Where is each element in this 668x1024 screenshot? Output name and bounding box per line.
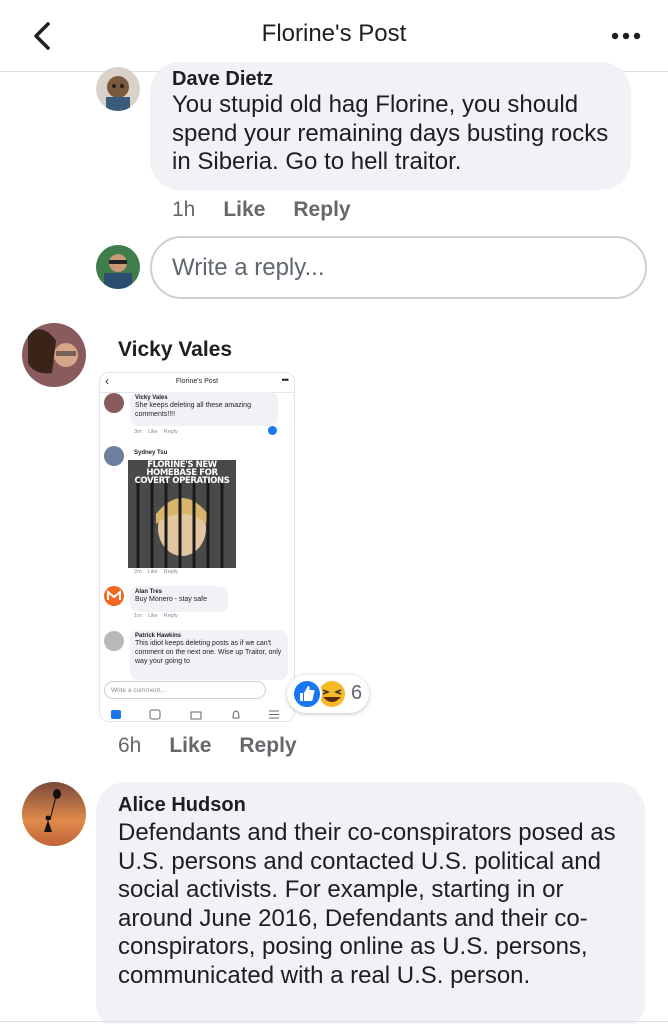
meme-caption: FLORINE'S NEW HOMEBASE FOR COVERT OPERAT… xyxy=(134,460,230,486)
shot-comment-text: Buy Monero - stay safe xyxy=(135,596,207,603)
menu-tab-icon xyxy=(266,706,282,722)
shot-like: Like xyxy=(147,569,158,575)
avatar[interactable] xyxy=(22,323,86,387)
meme-image: FLORINE'S NEW HOMEBASE FOR COVERT OPERAT… xyxy=(128,460,236,568)
shot-comment-author: Sydney Tsu xyxy=(134,450,168,456)
shot-reply: Reply xyxy=(163,569,178,575)
shot-comment-text: This idiot keeps deleting posts as if we… xyxy=(135,640,282,665)
comment-actions: 6h Like Reply xyxy=(118,734,325,758)
more-dots-icon[interactable] xyxy=(606,20,646,52)
shot-comment-actions: 1m Like Reply xyxy=(134,613,184,619)
avatar[interactable] xyxy=(22,782,86,846)
shot-comment-time: 3m xyxy=(134,429,142,435)
comment-text: Defendants and their co-conspirators pos… xyxy=(118,819,616,989)
monero-logo-icon xyxy=(104,586,124,606)
shot-write-comment: Write a comment... xyxy=(104,681,266,699)
like-button[interactable]: Like xyxy=(223,198,265,222)
shot-comment-time: 1m xyxy=(134,613,142,619)
comment-time: 6h xyxy=(118,734,142,757)
reactions-summary[interactable]: 6 xyxy=(287,675,369,713)
reply-placeholder: Write a reply... xyxy=(172,253,325,281)
page-title: Florine's Post xyxy=(261,20,407,47)
current-user-avatar xyxy=(96,245,140,289)
home-tab-icon xyxy=(108,706,124,722)
comment-actions: 1h Like Reply xyxy=(172,198,379,222)
reaction-count: 6 xyxy=(351,682,363,704)
comment-text: You stupid old hag Florine, you should s… xyxy=(172,91,609,175)
shot-title: Florine's Post xyxy=(175,378,219,385)
shot-comment-text: She keeps deleting all these amazing com… xyxy=(135,402,251,418)
video-tab-icon xyxy=(147,706,163,722)
avatar xyxy=(104,446,124,466)
reply-button[interactable]: Reply xyxy=(293,198,350,222)
shot-header: ‹ Florine's Post ••• xyxy=(100,373,294,393)
shot-reply: Reply xyxy=(163,613,178,619)
shot-comment-time: 2m xyxy=(134,569,142,575)
shot-reply: Reply xyxy=(163,429,178,435)
reply-input[interactable]: Write a reply... xyxy=(150,236,647,299)
avatar xyxy=(104,631,124,651)
shot-more-icon: ••• xyxy=(281,375,290,385)
shot-like: Like xyxy=(147,429,158,435)
comment-bubble: Alice Hudson Defendants and their co-con… xyxy=(96,782,645,1024)
comment-author[interactable]: Dave Dietz xyxy=(172,68,609,91)
haha-reaction-icon xyxy=(319,681,345,707)
notifications-tab-icon xyxy=(228,706,244,722)
comment-bubble: Dave Dietz You stupid old hag Florine, y… xyxy=(150,62,631,190)
like-reaction-icon xyxy=(292,679,322,709)
shot-comment-actions: 3m Like Reply xyxy=(134,429,184,435)
comment-author[interactable]: Alice Hudson xyxy=(118,794,623,817)
shot-like: Like xyxy=(147,613,158,619)
bottom-divider xyxy=(0,1021,668,1022)
marketplace-tab-icon xyxy=(188,706,204,722)
like-button[interactable]: Like xyxy=(169,734,211,758)
shot-write-placeholder: Write a comment... xyxy=(111,686,166,694)
shot-comment-bubble: Alan Tres Buy Monero - stay safe xyxy=(130,586,228,612)
comment-time: 1h xyxy=(172,198,196,221)
avatar xyxy=(104,393,124,413)
shot-comment-bubble: Patrick Hawkins This idiot keeps deletin… xyxy=(130,630,288,680)
shot-like-badge-icon xyxy=(268,426,277,435)
shot-comment-actions: 2m Like Reply xyxy=(134,569,184,575)
comment-author[interactable]: Vicky Vales xyxy=(118,338,232,362)
shot-comment-bubble: Vicky Vales She keeps deleting all these… xyxy=(130,392,278,426)
avatar[interactable] xyxy=(96,67,140,111)
reply-button[interactable]: Reply xyxy=(239,734,296,758)
